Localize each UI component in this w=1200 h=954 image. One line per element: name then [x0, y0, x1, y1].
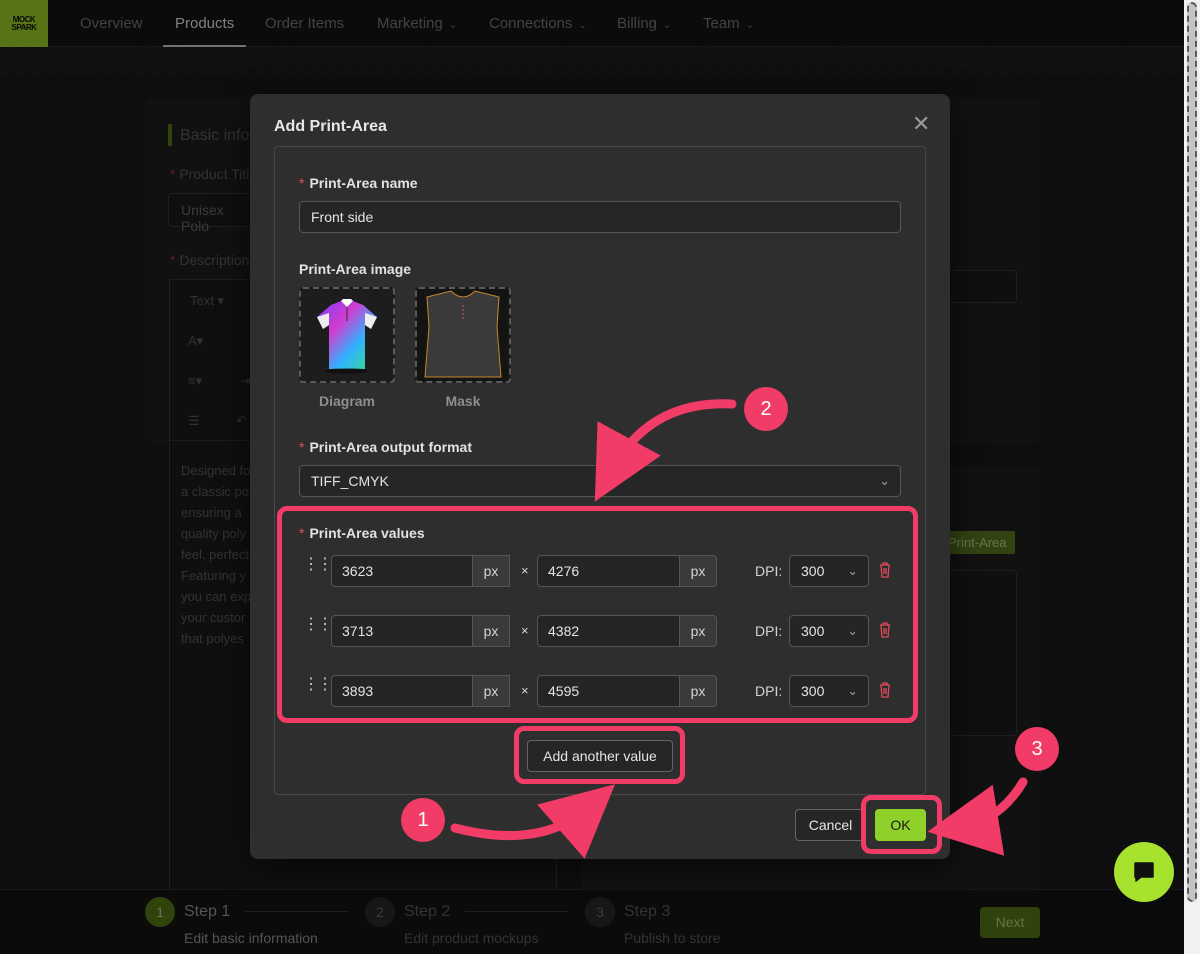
annotation-arrows	[450, 399, 1028, 859]
scrollbar-thumb[interactable]	[1187, 2, 1197, 902]
arrow-1	[450, 784, 616, 859]
annotation-step-3-badge: 3	[1015, 727, 1059, 771]
arrow-3	[927, 777, 1028, 856]
arrow-2	[594, 399, 737, 502]
chat-support-button[interactable]	[1114, 842, 1174, 902]
chat-icon	[1134, 862, 1154, 882]
annotation-step-2-badge: 2	[744, 387, 788, 431]
annotation-step-1-badge: 1	[401, 798, 445, 842]
page-scrollbar[interactable]	[1184, 0, 1200, 954]
